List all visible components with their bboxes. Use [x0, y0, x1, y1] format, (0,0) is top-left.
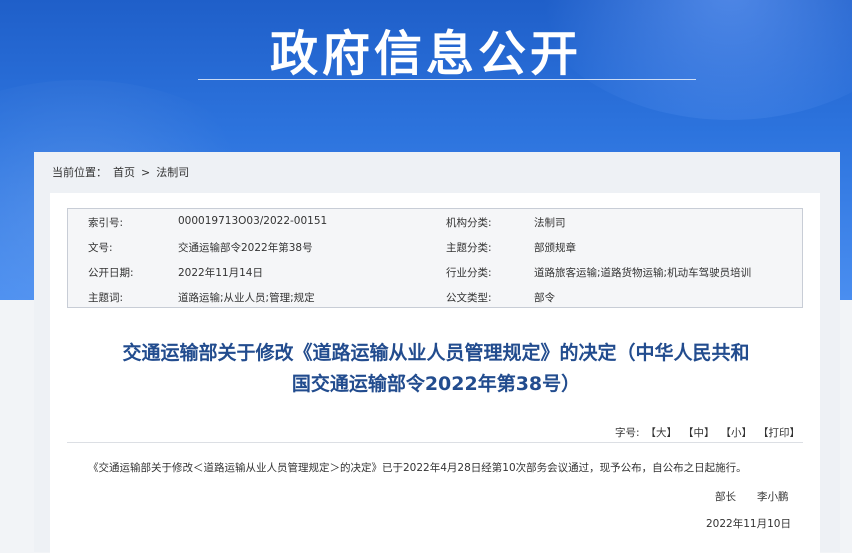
breadcrumb-label: 当前位置： — [52, 166, 107, 179]
document-title-line-2: 国交通运输部令2022年第38号） — [291, 373, 581, 395]
banner-underline — [198, 79, 696, 80]
page-banner-title: 政府信息公开 — [269, 26, 582, 82]
font-size-large-button[interactable]: 【大】 — [646, 425, 678, 440]
metadata-row: 主题词: 道路运输;从业人员;管理;规定 公文类型: 部令 — [68, 284, 802, 309]
font-size-label: 字号: — [614, 427, 640, 439]
breadcrumb-home-link[interactable]: 首页 — [113, 164, 135, 180]
font-size-toolbar: 字号: 【大】 【中】 【小】 【打印】 — [615, 425, 800, 440]
metadata-row: 公开日期: 2022年11月14日 行业分类: 道路旅客运输;道路货物运输;机动… — [68, 259, 802, 284]
print-button[interactable]: 【打印】 — [758, 425, 800, 440]
metadata-value: 道路旅客运输;道路货物运输;机动车驾驶员培训 — [534, 267, 752, 279]
breadcrumb-legal-dept-link[interactable]: 法制司 — [156, 164, 189, 180]
document-date: 2022年11月10日 — [706, 518, 791, 530]
content-divider — [67, 442, 803, 443]
breadcrumb: 当前位置： 首页 > 法制司 — [52, 164, 189, 180]
signature-name: 李小鹏 — [757, 491, 789, 503]
metadata-key: 主题分类: — [446, 242, 492, 254]
metadata-key: 机构分类: — [446, 217, 492, 229]
metadata-row: 文号: 交通运输部令2022年第38号 主题分类: 部颁规章 — [68, 234, 802, 259]
signature-role: 部长 — [715, 491, 736, 503]
metadata-value: 道路运输;从业人员;管理;规定 — [178, 292, 315, 304]
breadcrumb-separator: > — [141, 165, 151, 179]
font-size-medium-button[interactable]: 【中】 — [683, 425, 715, 440]
metadata-key: 索引号: — [88, 217, 124, 229]
metadata-value: 交通运输部令2022年第38号 — [178, 242, 313, 254]
metadata-value: 000019713O03/2022-00151 — [178, 215, 328, 227]
metadata-value: 法制司 — [534, 217, 566, 229]
document-title: 交通运输部关于修改《道路运输从业人员管理规定》的决定（中华人民共和 国交通运输部… — [60, 338, 812, 400]
metadata-key: 文号: — [88, 242, 113, 254]
metadata-key: 公文类型: — [446, 292, 492, 304]
signature-block: 部长 李小鹏 — [715, 489, 789, 504]
font-size-small-button[interactable]: 【小】 — [721, 425, 753, 440]
metadata-value: 2022年11月14日 — [178, 267, 263, 279]
document-title-line-1: 交通运输部关于修改《道路运输从业人员管理规定》的决定（中华人民共和 — [122, 342, 750, 364]
document-paragraph: 《交通运输部关于修改＜道路运输从业人员管理规定＞的决定》已于2022年4月28日… — [88, 462, 747, 474]
document-metadata-table: 索引号: 000019713O03/2022-00151 机构分类: 法制司 文… — [67, 208, 803, 308]
metadata-key: 公开日期: — [88, 267, 134, 279]
metadata-key: 行业分类: — [446, 267, 492, 279]
metadata-key: 主题词: — [88, 292, 124, 304]
metadata-value: 部颁规章 — [534, 242, 576, 254]
metadata-value: 部令 — [534, 292, 555, 304]
metadata-row: 索引号: 000019713O03/2022-00151 机构分类: 法制司 — [68, 209, 802, 234]
